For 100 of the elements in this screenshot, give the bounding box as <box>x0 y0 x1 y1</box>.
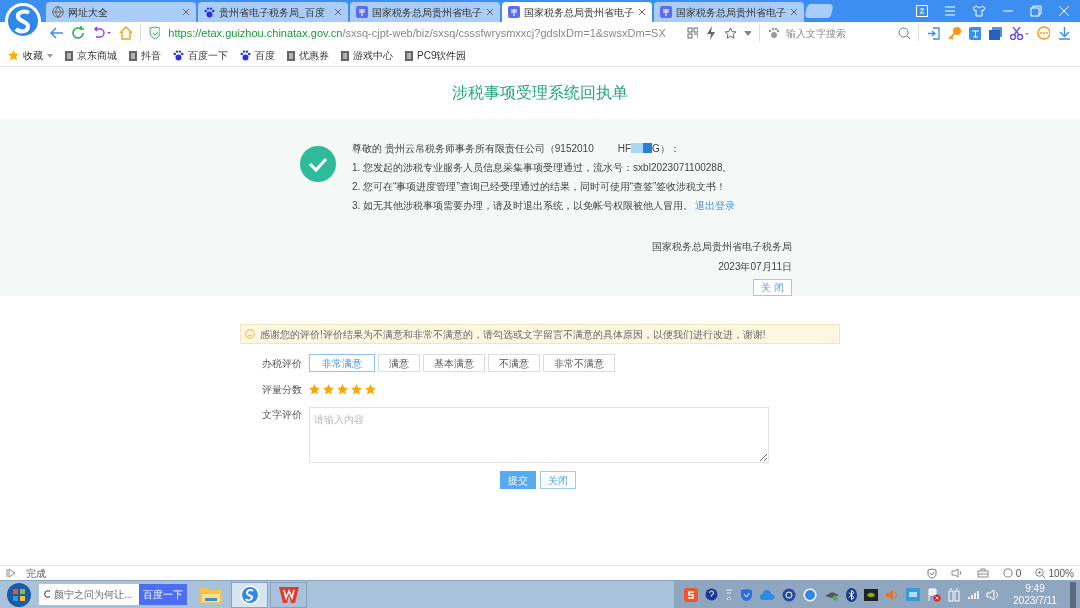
bookmark-item[interactable]: 游戏中心 <box>341 48 393 63</box>
search-button[interactable]: 百度一下 <box>139 584 187 605</box>
smiley-icon <box>245 329 255 339</box>
zoom-level[interactable]: 100% <box>1048 565 1074 581</box>
check-circle-icon <box>300 146 336 182</box>
zoom-icon[interactable] <box>1035 568 1046 578</box>
comment-field[interactable]: 请输入内容 <box>309 407 769 463</box>
sidebar-toggle-icon[interactable] <box>916 5 928 17</box>
browser-tab[interactable]: 网址大全 <box>46 2 196 22</box>
globe-icon <box>52 6 64 18</box>
badge-icon[interactable] <box>782 587 796 602</box>
toolbox-icon[interactable] <box>976 568 989 578</box>
menu-icon[interactable] <box>944 6 956 16</box>
browser-tab[interactable]: 国家税务总局贵州省电子 <box>350 2 500 22</box>
close-tab-icon[interactable] <box>182 8 190 16</box>
bookmark-item[interactable]: 京东商城 <box>65 48 117 63</box>
speaker-icon[interactable] <box>950 568 963 578</box>
star-icon[interactable] <box>351 384 362 395</box>
notice-text: 感谢您的评价!评价结果为不满意和非常不满意的，请勾选或文字留言不满意的具体原因，以便我们进行改进，谢谢! <box>260 327 766 342</box>
scissors-icon[interactable] <box>1010 26 1029 40</box>
browser-logo-icon <box>239 584 260 605</box>
shield-icon[interactable] <box>149 26 161 40</box>
shield-icon[interactable] <box>926 567 937 579</box>
shirt-icon[interactable] <box>972 5 986 17</box>
block-count: 0 <box>1015 566 1022 581</box>
home-icon[interactable] <box>119 26 133 40</box>
login-icon[interactable] <box>927 26 940 40</box>
page-icon <box>287 50 295 61</box>
star-icon[interactable] <box>323 384 334 395</box>
new-tab-button[interactable] <box>804 4 834 18</box>
play-icon[interactable] <box>6 568 16 578</box>
taskbar-search-field[interactable]: 颜宁之问为何让... <box>39 584 139 605</box>
rating-option[interactable]: 非常不满意 <box>543 354 615 372</box>
signal-icon[interactable] <box>967 589 979 600</box>
bookmark-item[interactable]: 百度一下 <box>173 48 228 63</box>
bookmark-item[interactable]: 优惠券 <box>287 48 329 63</box>
close-tab-icon[interactable] <box>638 8 646 16</box>
star-icon[interactable] <box>365 384 376 395</box>
more-icon[interactable] <box>1036 26 1050 40</box>
qr-code-icon[interactable] <box>687 27 699 39</box>
greeting-text: G）： <box>652 141 680 156</box>
bookmark-item[interactable]: 百度 <box>240 48 275 63</box>
browser-tab[interactable]: 国家税务总局贵州省电子 <box>654 2 804 22</box>
page-title: 涉税事项受理系统回执单 <box>451 83 629 103</box>
flag-error-icon[interactable] <box>927 587 941 602</box>
rating-option[interactable]: 基本满意 <box>423 354 485 372</box>
star-icon <box>8 50 19 61</box>
dropdown-caret-icon[interactable] <box>743 30 752 36</box>
star-icon[interactable] <box>337 384 348 395</box>
power-icon[interactable] <box>948 587 960 602</box>
greeting-text: HF <box>617 141 632 156</box>
bookmark-item[interactable]: 收藏 <box>8 48 53 63</box>
browser-tray-icon[interactable] <box>803 587 817 602</box>
download-icon[interactable] <box>1057 26 1071 40</box>
close-tab-icon[interactable] <box>486 8 494 16</box>
office-taskbar-button[interactable] <box>270 581 307 608</box>
volume-icon[interactable] <box>986 588 1000 601</box>
translate-icon[interactable] <box>968 26 981 40</box>
star-rating[interactable] <box>309 384 376 395</box>
rating-option[interactable]: 满意 <box>378 354 420 372</box>
close-tab-icon[interactable] <box>790 8 798 16</box>
restore-icon[interactable] <box>1030 5 1042 17</box>
bookmark-item[interactable]: 抖音 <box>129 48 161 63</box>
tax-logo-icon <box>356 6 368 18</box>
paw-icon <box>173 50 184 61</box>
rating-option[interactable]: 非常满意 <box>309 354 375 372</box>
star-icon[interactable] <box>309 384 320 395</box>
dropdown-caret-icon[interactable] <box>47 53 53 58</box>
field-label: 评量分数 <box>261 383 303 397</box>
notice-line: 3. 如无其他涉税事项需要办理，请及时退出系统，以免帐号权限被他人冒用。 <box>352 198 694 213</box>
help-icon[interactable] <box>705 588 718 601</box>
field-label: 文字评价 <box>261 408 303 422</box>
date-text: 2023年07月11日 <box>718 260 792 274</box>
ad-block-icon[interactable] <box>1002 568 1013 578</box>
monitor-icon[interactable] <box>906 588 920 601</box>
bookmark-item[interactable]: PC9软件园 <box>405 48 467 63</box>
refresh-icon[interactable] <box>71 26 85 40</box>
star-outline-icon[interactable] <box>723 26 736 40</box>
browser-tab[interactable]: 国家税务总局贵州省电子 <box>502 2 652 22</box>
windows-icon[interactable] <box>988 26 1002 40</box>
address-bar[interactable]: https://etax.guizhou.chinatax.gov.cn/sxsq-cjpt-web/biz/sxsq/csssfwrysmxxcj?gdslxDm=1&swsxDm=SX <box>168 25 680 41</box>
bluetooth-icon[interactable] <box>846 587 857 602</box>
undo-icon[interactable] <box>92 26 111 40</box>
input-method-icon[interactable] <box>684 587 698 602</box>
shield-icon[interactable] <box>740 587 753 602</box>
back-icon[interactable] <box>50 27 64 39</box>
key-icon[interactable] <box>947 26 961 40</box>
browser-taskbar-button[interactable] <box>231 581 268 608</box>
search-field[interactable]: 输入文字搜索 <box>768 25 891 41</box>
show-desktop-button[interactable] <box>1070 581 1076 608</box>
start-button[interactable] <box>6 581 32 608</box>
browser-tab[interactable]: 贵州省电子税务局_百度 <box>198 2 348 22</box>
graphics-icon[interactable] <box>864 588 878 601</box>
close-tab-icon[interactable] <box>334 8 342 16</box>
close-icon[interactable] <box>1058 5 1070 17</box>
paw-icon <box>768 27 781 39</box>
rating-option[interactable]: 不满意 <box>488 354 540 372</box>
paw-icon <box>204 6 215 18</box>
lightning-icon[interactable] <box>706 26 716 40</box>
field-label: 办税评价 <box>261 356 303 371</box>
